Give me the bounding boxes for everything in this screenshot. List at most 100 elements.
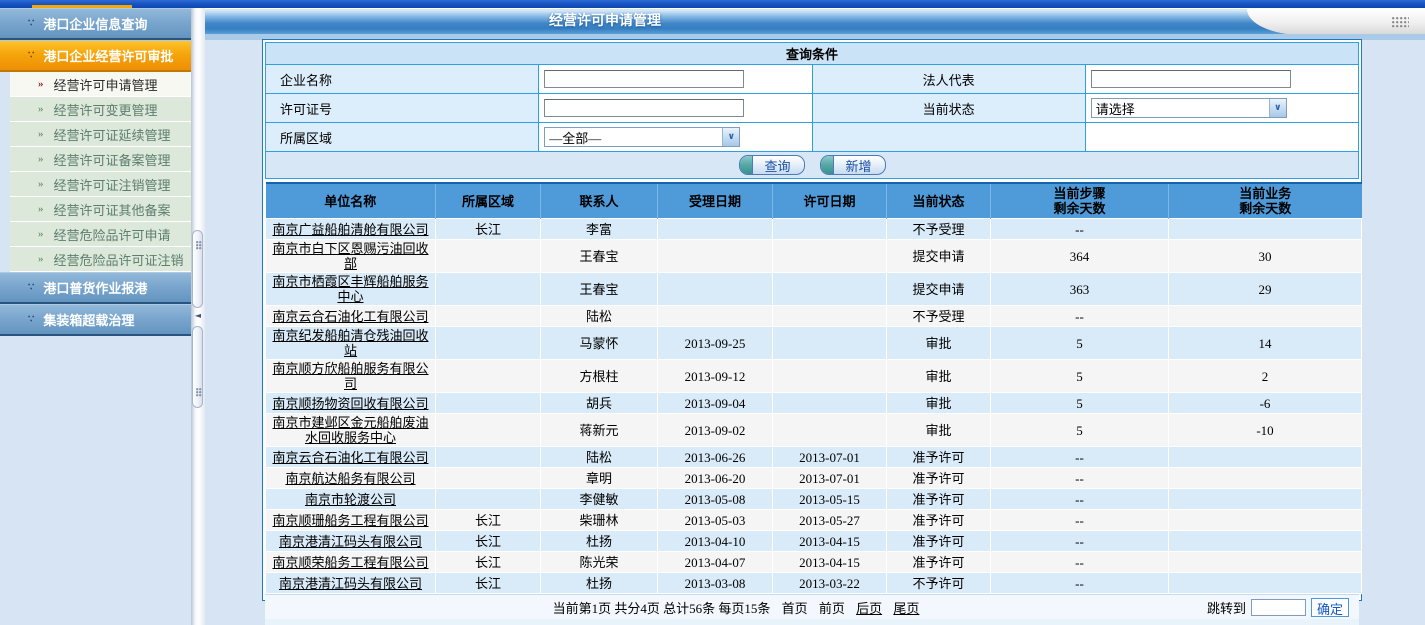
query-form-title: 查询条件	[266, 43, 1359, 65]
splitter-handle-top[interactable]	[192, 230, 203, 308]
company-link[interactable]: 南京顺方欣船舶服务有限公司	[272, 361, 428, 391]
column-header: 所属区域	[436, 183, 541, 219]
dropdown-arrow-icon[interactable]: ∨	[722, 128, 739, 146]
company-name-label: 企业名称	[266, 65, 539, 94]
company-link[interactable]: 南京纪发船舶清仓残油回收站	[272, 328, 428, 358]
table-row: 南京顺扬物资回收有限公司胡兵2013-09-04审批5-6	[266, 393, 1362, 414]
data-cell	[773, 306, 887, 327]
company-name-cell: 南京顺珊船务工程有限公司	[266, 510, 436, 531]
column-header: 当前业务 剩余天数	[1169, 183, 1362, 219]
menu-item-arrow-icon: »	[38, 153, 44, 165]
search-button[interactable]: 查询	[739, 155, 805, 175]
company-link[interactable]: 南京顺珊船务工程有限公司	[272, 513, 428, 528]
data-cell: 柴珊林	[541, 510, 658, 531]
sidebar-splitter[interactable]: ◄	[191, 8, 205, 625]
page-jump-controls: 跳转到 确定	[1207, 598, 1349, 617]
data-cell: --	[991, 306, 1169, 327]
data-cell	[436, 393, 541, 414]
first-page-link[interactable]: 首页	[782, 601, 808, 616]
data-cell: 2013-09-04	[658, 393, 773, 414]
license-no-input[interactable]	[544, 99, 744, 117]
sidebar-item-label: 经营许可证备案管理	[54, 150, 171, 169]
data-cell: 李健敏	[541, 489, 658, 510]
company-name-input[interactable]	[544, 70, 744, 88]
status-select[interactable]: 请选择 ∨	[1091, 98, 1287, 118]
company-link[interactable]: 南京港清江码头有限公司	[279, 534, 422, 549]
company-link[interactable]: 南京市建邺区金元船舶废油水回收服务中心	[272, 415, 428, 445]
sidebar-item[interactable]: »经营许可证注销管理	[10, 172, 191, 197]
legal-rep-input[interactable]	[1091, 70, 1291, 88]
sidebar-item-label: 集装箱超载治理	[43, 310, 134, 329]
data-cell	[773, 273, 887, 306]
collapse-sidebar-arrow-icon[interactable]: ◄	[193, 309, 203, 323]
splitter-handle-bottom[interactable]	[192, 326, 203, 408]
dropdown-arrow-icon[interactable]: ∨	[1269, 99, 1286, 117]
last-page-link[interactable]: 尾页	[893, 601, 919, 616]
data-cell	[1169, 510, 1362, 531]
company-name-cell: 南京广益船舶清舱有限公司	[266, 219, 436, 240]
sidebar-item[interactable]: »经营危险品许可申请	[10, 222, 191, 247]
sidebar-item[interactable]: ∵港口普货作业报港	[0, 272, 191, 304]
data-cell: 30	[1169, 240, 1362, 273]
company-link[interactable]: 南京顺扬物资回收有限公司	[272, 396, 428, 411]
confirm-jump-button[interactable]: 确定	[1311, 598, 1349, 617]
data-cell: 李富	[541, 219, 658, 240]
data-cell: 准予许可	[887, 510, 991, 531]
company-link[interactable]: 南京云合石油化工有限公司	[272, 450, 428, 465]
data-cell	[436, 306, 541, 327]
company-name-cell: 南京顺扬物资回收有限公司	[266, 393, 436, 414]
data-cell: -10	[1169, 414, 1362, 447]
company-name-cell: 南京市建邺区金元船舶废油水回收服务中心	[266, 414, 436, 447]
data-cell	[436, 489, 541, 510]
company-link[interactable]: 南京市栖霞区丰辉船舶服务中心	[272, 274, 428, 304]
data-cell: 2	[1169, 360, 1362, 393]
sidebar-item[interactable]: »经营许可证延续管理	[10, 122, 191, 147]
company-link[interactable]: 南京航达船务有限公司	[285, 471, 415, 486]
company-link[interactable]: 南京市轮渡公司	[305, 492, 396, 507]
panel-footer	[265, 619, 1359, 625]
table-row: 南京港清江码头有限公司长江杜扬2013-04-102013-04-15准予许可-…	[266, 531, 1362, 552]
data-cell: 2013-03-22	[773, 573, 887, 594]
add-button[interactable]: 新增	[820, 155, 886, 175]
empty-label-cell	[812, 123, 1085, 152]
data-cell	[658, 306, 773, 327]
company-link[interactable]: 南京广益船舶清舱有限公司	[272, 222, 428, 237]
sidebar-item[interactable]: »经营许可证其他备案	[10, 197, 191, 222]
data-cell: 2013-09-02	[658, 414, 773, 447]
company-link[interactable]: 南京云合石油化工有限公司	[272, 309, 428, 324]
data-cell: 马蒙怀	[541, 327, 658, 360]
jump-page-input[interactable]	[1251, 599, 1306, 616]
sidebar-item[interactable]: »经营危险品许可证注销	[10, 247, 191, 272]
region-select[interactable]: —全部— ∨	[544, 127, 740, 147]
data-cell: 364	[991, 240, 1169, 273]
data-cell: -6	[1169, 393, 1362, 414]
data-cell: 2013-04-15	[773, 552, 887, 573]
data-cell: --	[991, 510, 1169, 531]
data-cell: 2013-07-01	[773, 447, 887, 468]
sidebar-item[interactable]: ∵集装箱超载治理	[0, 304, 191, 336]
table-row: 南京港清江码头有限公司长江杜扬2013-03-082013-03-22不予许可-…	[266, 573, 1362, 594]
company-link[interactable]: 南京市白下区恩赐污油回收部	[272, 241, 428, 271]
company-name-cell: 南京顺方欣船舶服务有限公司	[266, 360, 436, 393]
sidebar-item-label: 港口企业信息查询	[43, 14, 147, 33]
data-cell: 长江	[436, 219, 541, 240]
sidebar-item[interactable]: »经营许可变更管理	[10, 97, 191, 122]
data-cell: 陈光荣	[541, 552, 658, 573]
menu-group-arrow-icon: ∵	[28, 50, 33, 61]
data-cell: 2013-06-26	[658, 447, 773, 468]
data-cell: 不予受理	[887, 219, 991, 240]
region-select-value: —全部—	[545, 128, 722, 147]
data-cell: 5	[991, 360, 1169, 393]
company-link[interactable]: 南京顺荣船务工程有限公司	[272, 555, 428, 570]
company-link[interactable]: 南京港清江码头有限公司	[279, 576, 422, 591]
prev-page-link[interactable]: 前页	[819, 601, 845, 616]
sidebar-item[interactable]: ∵港口企业信息查询	[0, 8, 191, 40]
region-label: 所属区域	[266, 123, 539, 152]
sidebar-item[interactable]: »经营许可申请管理	[10, 72, 191, 97]
next-page-link[interactable]: 后页	[856, 601, 882, 616]
sidebar-item[interactable]: ∵港口企业经营许可审批	[0, 40, 191, 72]
data-cell	[773, 414, 887, 447]
sidebar-item[interactable]: » 经营许可证备案管理	[10, 147, 191, 172]
data-cell	[436, 468, 541, 489]
window-grip-dots-icon[interactable]	[1392, 17, 1409, 28]
